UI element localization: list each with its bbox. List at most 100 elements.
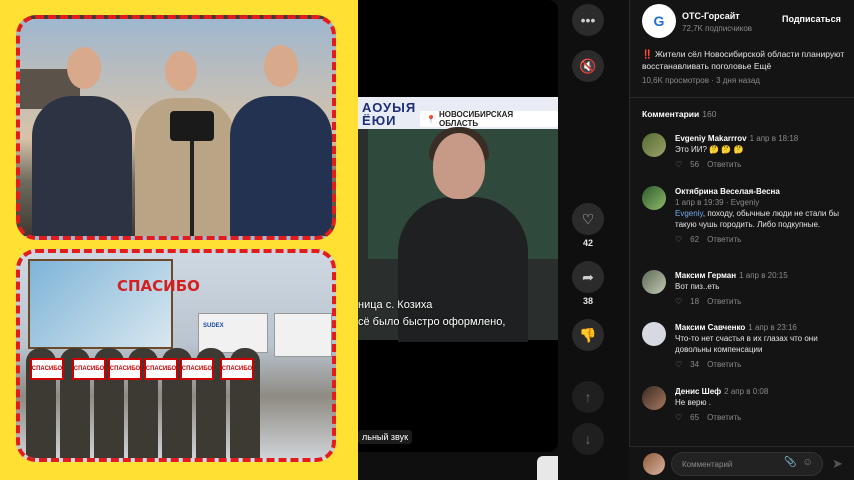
post-meta: 10,6K просмотров · 3 дня назад (642, 76, 760, 85)
thank-you-sign: СПАСИБО (180, 358, 214, 380)
channel-subscribers: 72,7K подписчиков (682, 24, 753, 33)
emoji-icon[interactable]: ☺ (802, 457, 812, 468)
heart-icon[interactable]: ♡ (675, 413, 682, 422)
dislike-icon: 👎 (579, 326, 597, 343)
next-video-button[interactable]: ↓ (572, 423, 604, 455)
truck-1: SUDEX (198, 313, 268, 353)
man-right-figure (230, 96, 332, 236)
subscribe-button[interactable]: Подписаться (782, 14, 841, 24)
region-label: НОВОСИБИРСКАЯ ОБЛАСТЬ (438, 110, 514, 128)
comment-author[interactable]: Максим Савченко (675, 323, 745, 332)
like-count: 42 (582, 238, 593, 248)
send-icon[interactable]: ➤ (832, 456, 843, 472)
mute-icon: 🔇 (579, 57, 597, 74)
subtitle-line-2: сё было быстро оформлено, (358, 316, 506, 328)
app-root: СПАСИБО SUDEX СПАСИБО СПАСИБО СПАСИБО СП… (0, 0, 854, 480)
comment-author[interactable]: Максим Герман (675, 271, 736, 280)
dislike-button[interactable]: 👎 (572, 319, 604, 351)
more-icon: ••• (580, 12, 596, 28)
comment-time: 1 апр в 19:39 · Evgeniy (675, 198, 760, 207)
man-left-figure (32, 96, 132, 236)
avatar[interactable] (642, 186, 666, 210)
share-button[interactable]: ➦ (572, 261, 604, 293)
avatar[interactable] (642, 133, 666, 157)
heart-icon[interactable]: ♡ (675, 160, 682, 169)
heart-icon: ♡ (581, 210, 595, 227)
more-button[interactable]: ••• (572, 4, 604, 36)
thank-you-sign: СПАСИБО (144, 358, 178, 380)
thank-you-sign: СПАСИБО (220, 358, 254, 380)
comment-text: Вот пиз..еть (675, 282, 720, 291)
reply-button[interactable]: Ответить (707, 413, 741, 422)
reply-button[interactable]: Ответить (707, 297, 741, 306)
comment-time: 2 апр в 0:08 (724, 387, 769, 396)
avatar[interactable] (642, 270, 666, 294)
promo-image-top (16, 15, 336, 240)
comment-likes: 56 (690, 160, 700, 169)
comment-author[interactable]: Evgeniy Makarrrov (675, 134, 747, 143)
like-button[interactable]: ♡ (572, 203, 604, 235)
prev-video-button[interactable]: ↑ (572, 381, 604, 413)
share-icon: ➦ (582, 268, 594, 285)
post-text[interactable]: ‼️ Жители сёл Новосибирской области план… (642, 48, 847, 72)
comments-panel: G ОТС-Горсайт 72,7K подписчиков Подписат… (629, 0, 854, 480)
reply-button[interactable]: Ответить (707, 160, 741, 169)
comment-text: Evgeniy, походу, обычные люди не стали б… (675, 208, 845, 230)
banner-letters: АОУЫЯЁЮИ (362, 100, 417, 128)
comment-author[interactable]: Денис Шеф (675, 387, 721, 396)
comment-text: Не верю . (675, 398, 711, 407)
mute-button[interactable]: 🔇 (572, 50, 604, 82)
views-count: 10,6K просмотров (642, 76, 709, 85)
post-time: 3 дня назад (716, 76, 760, 85)
promo-image-bottom: СПАСИБО SUDEX СПАСИБО СПАСИБО СПАСИБО СП… (16, 249, 336, 462)
man-right-head (264, 45, 298, 87)
comment-author[interactable]: Октябрина Веселая-Весна (675, 187, 780, 196)
reply-button[interactable]: Ответить (707, 360, 741, 369)
composer-icons: 📎 ☺ (784, 457, 813, 468)
comment-time: 1 апр в 20:15 (739, 271, 788, 280)
subtitle-line-1: ница с. Козиха (358, 299, 433, 311)
thank-you-sign: СПАСИБО (30, 358, 64, 380)
arrow-up-icon: ↑ (584, 389, 592, 405)
region-tag: 📍 НОВОСИБИРСКАЯ ОБЛАСТЬ (420, 110, 558, 128)
reply-button[interactable]: Ответить (707, 235, 741, 244)
comment-likes: 18 (690, 297, 700, 306)
avatar[interactable] (643, 453, 665, 475)
heart-icon[interactable]: ♡ (675, 360, 682, 369)
comment-composer: Комментарий 📎 ☺ ➤ (629, 446, 854, 480)
comments-header: Комментарии 160 (642, 109, 716, 119)
channel-avatar[interactable]: G (642, 4, 676, 38)
location-pin-icon: 📍 (426, 114, 436, 124)
woman-head (433, 133, 485, 199)
man-left-head (67, 47, 101, 89)
comment-text: Это ИИ? 🤔 🤔 🤔 (675, 145, 744, 154)
video-frame: АОУЫЯЁЮИ 📍 НОВОСИБИРСКАЯ ОБЛАСТЬ ница с.… (358, 97, 558, 342)
avatar[interactable] (642, 386, 666, 410)
tripod-shape (190, 141, 194, 236)
camera-icon (170, 111, 214, 141)
original-sound-label[interactable]: льный звук (358, 430, 413, 444)
channel-logo-icon: G (653, 13, 665, 29)
heart-icon[interactable]: ♡ (675, 235, 682, 244)
truck-text: SUDEX (203, 323, 224, 329)
billboard (28, 259, 173, 349)
comment-likes: 65 (690, 413, 700, 422)
thank-you-sign: СПАСИБО (72, 358, 106, 380)
video-player[interactable]: АОУЫЯЁЮИ 📍 НОВОСИБИРСКАЯ ОБЛАСТЬ ница с.… (358, 0, 558, 452)
avatar[interactable] (642, 322, 666, 346)
comments-count: 160 (702, 109, 717, 119)
promo-panel: СПАСИБО SUDEX СПАСИБО СПАСИБО СПАСИБО СП… (0, 0, 358, 480)
comment-likes: 62 (690, 235, 700, 244)
truck-2 (274, 313, 332, 357)
channel-name[interactable]: ОТС-Горсайт (682, 11, 740, 21)
mention-link[interactable]: Evgeniy (675, 209, 703, 218)
attach-icon[interactable]: 📎 (784, 457, 796, 468)
heart-icon[interactable]: ♡ (675, 297, 682, 306)
comments-title: Комментарии (642, 109, 700, 119)
comment-likes: 34 (690, 360, 700, 369)
arrow-down-icon: ↓ (584, 431, 592, 447)
comment-time: 1 апр в 23:16 (748, 323, 797, 332)
share-count: 38 (582, 296, 593, 306)
comment-text: Что-то нет счастья в их глазах что они д… (675, 334, 818, 354)
next-video-preview (537, 456, 558, 480)
